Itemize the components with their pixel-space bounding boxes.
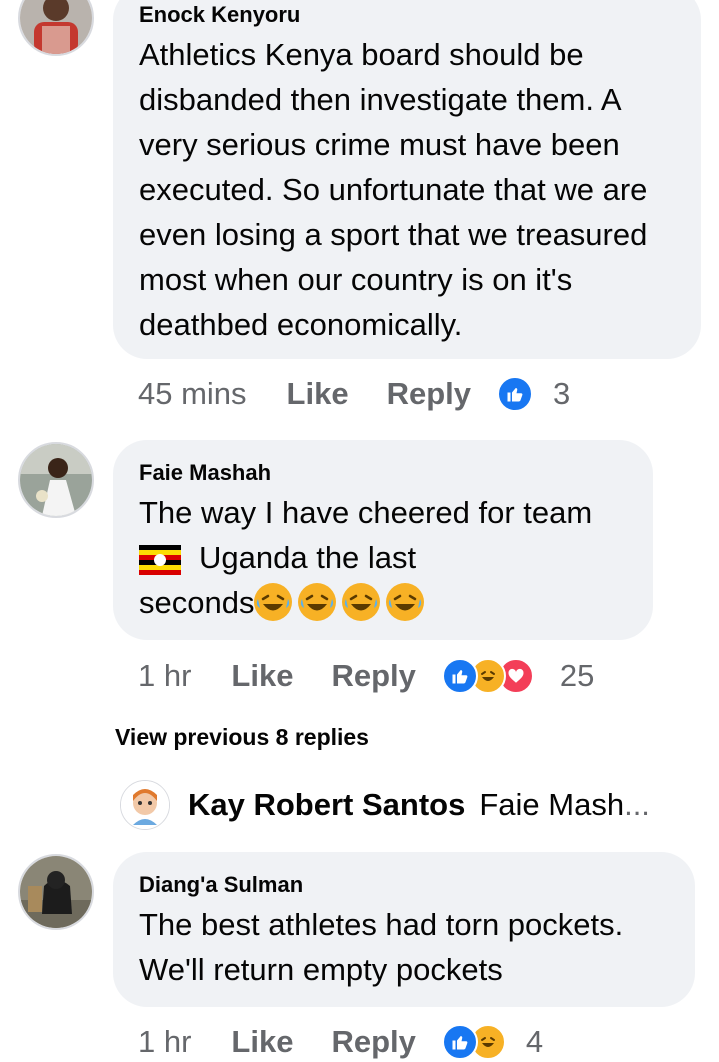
comment-author[interactable]: Faie Mashah xyxy=(139,460,627,486)
comment-text-line: The way I have cheered for team xyxy=(139,495,593,530)
laughing-crying-emoji-icon xyxy=(342,582,381,621)
like-icon xyxy=(497,376,533,412)
like-button[interactable]: Like xyxy=(231,658,293,694)
laughing-crying-emoji-icon xyxy=(254,582,293,621)
reply-button[interactable]: Reply xyxy=(331,658,415,694)
comment-bubble: Diang'a Sulman The best athletes had tor… xyxy=(113,852,695,1007)
avatar-enock-kenyoru[interactable] xyxy=(18,0,94,56)
reply-author[interactable]: Kay Robert Santos xyxy=(188,787,465,823)
reply-button[interactable]: Reply xyxy=(331,1024,415,1060)
reaction-summary[interactable] xyxy=(441,658,534,694)
view-previous-replies-link[interactable]: View previous 8 replies xyxy=(115,724,369,751)
reply-button[interactable]: Reply xyxy=(387,376,471,412)
comment-timestamp[interactable]: 1 hr xyxy=(138,1024,191,1060)
comment-text-line: seconds xyxy=(139,580,627,625)
reaction-summary[interactable] xyxy=(441,1024,506,1060)
comment-timestamp[interactable]: 1 hr xyxy=(138,658,191,694)
like-icon xyxy=(441,1024,478,1060)
like-icon xyxy=(441,658,478,694)
reply-ellipsis: ... xyxy=(624,787,650,822)
like-button[interactable]: Like xyxy=(231,1024,293,1060)
like-button[interactable]: Like xyxy=(287,376,349,412)
reaction-summary[interactable] xyxy=(497,376,533,412)
comment-text-line: Uganda the last xyxy=(139,535,627,580)
comment-bubble: Faie Mashah The way I have cheered for t… xyxy=(113,440,653,640)
reaction-count[interactable]: 3 xyxy=(553,376,570,412)
comment-actions: 1 hr Like Reply 25 xyxy=(138,656,594,696)
comment-author[interactable]: Diang'a Sulman xyxy=(139,872,669,898)
uganda-flag-icon xyxy=(139,542,181,575)
comment-timestamp[interactable]: 45 mins xyxy=(138,376,247,412)
comment-actions: 45 mins Like Reply 3 xyxy=(138,374,570,414)
reaction-count[interactable]: 4 xyxy=(526,1024,543,1060)
avatar-kay-robert-santos[interactable] xyxy=(120,780,170,830)
laughing-crying-emoji-icon xyxy=(386,582,425,621)
reply-preview[interactable]: Kay Robert Santos Faie Mash... xyxy=(120,780,650,830)
comment-text: The best athletes had torn pockets. We'l… xyxy=(139,907,624,987)
comment-text-fragment: seconds xyxy=(139,585,255,620)
avatar-dianga-sulman[interactable] xyxy=(18,854,94,930)
comment-text: The way I have cheered for team Uganda t… xyxy=(139,490,627,625)
comment-actions: 1 hr Like Reply 4 xyxy=(138,1022,543,1062)
reply-text: Faie Mash xyxy=(479,787,625,822)
reaction-count[interactable]: 25 xyxy=(560,658,594,694)
comment-text-fragment: Uganda the last xyxy=(199,540,417,575)
laughing-crying-emoji-icon xyxy=(298,582,337,621)
comment-bubble: Enock Kenyoru Athletics Kenya board shou… xyxy=(113,0,701,359)
comment-text: Athletics Kenya board should be disbande… xyxy=(139,37,648,342)
avatar-faie-mashah[interactable] xyxy=(18,442,94,518)
comment-author[interactable]: Enock Kenyoru xyxy=(139,2,675,28)
